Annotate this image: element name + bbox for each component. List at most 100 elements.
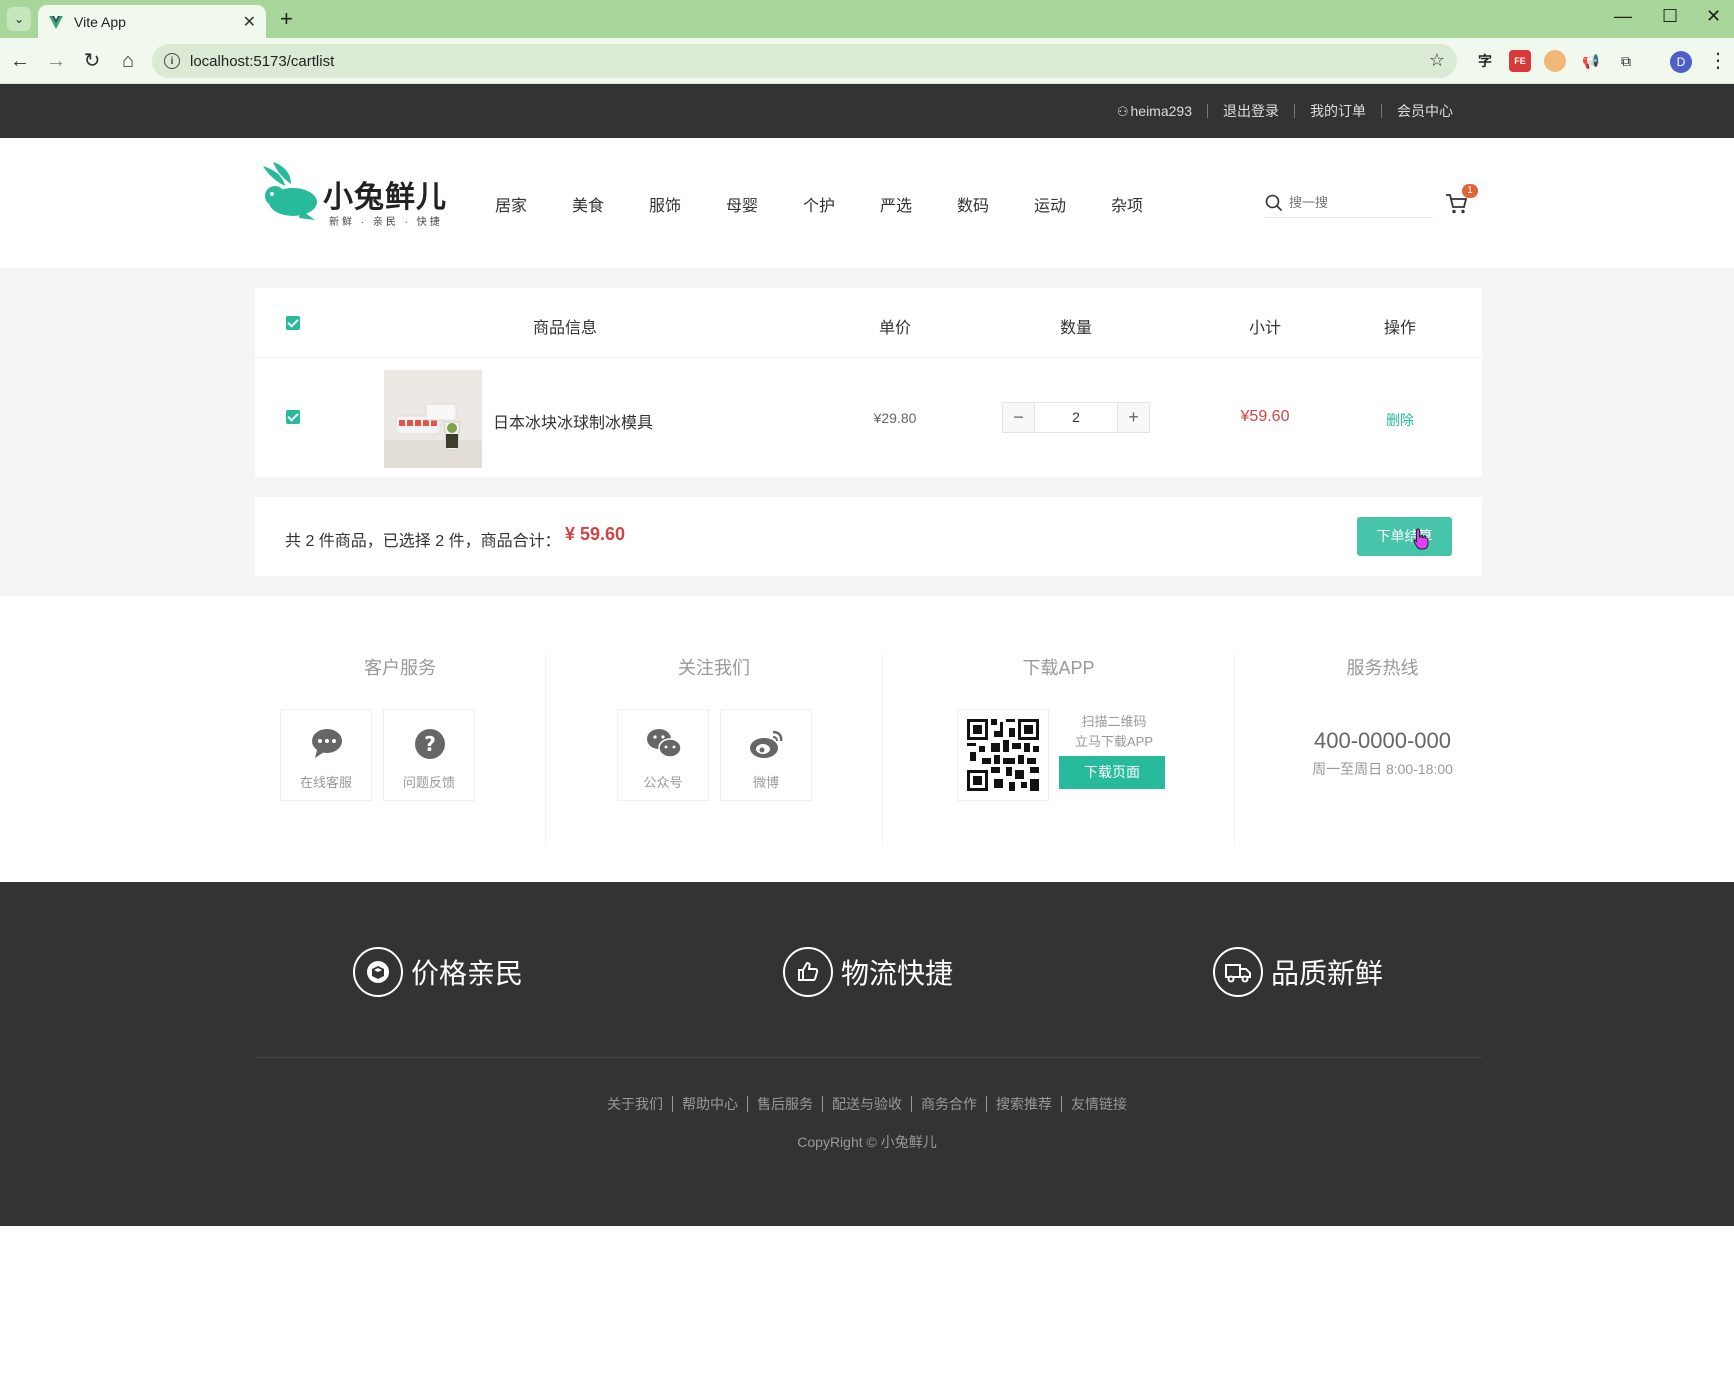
cart-total-price: ¥ 59.60 (565, 524, 626, 544)
tab-close-icon[interactable]: ✕ (243, 12, 256, 32)
promise-quality: 品质新鲜 (1213, 947, 1383, 997)
cart-count-badge: 1 (1462, 184, 1478, 198)
browser-tab[interactable]: Vite App ✕ (38, 5, 266, 38)
home-icon[interactable]: ⌂ (116, 49, 140, 73)
hotline-column: 服务热线 400-0000-000 周一至周日 8:00-18:00 (1235, 654, 1530, 844)
customer-service-column: 客户服务 在线客服 ? 问题反馈 (255, 654, 546, 844)
category-nav-item[interactable]: 严选 (880, 192, 957, 216)
site-header: 小兔鲜儿 新鲜 · 亲民 · 快捷 居家 美食 服饰 母婴 个护 严选 数码 运… (0, 138, 1734, 268)
quantity-stepper: − 2 + (1002, 402, 1150, 433)
footer-link[interactable]: 商务合作 (911, 1096, 986, 1112)
fe-extension-icon[interactable]: FE (1509, 50, 1531, 72)
cart-table-header: 商品信息 单价 数量 小计 操作 (255, 288, 1482, 358)
site-logo[interactable]: 小兔鲜儿 新鲜 · 亲民 · 快捷 (255, 158, 455, 230)
select-all-checkbox[interactable] (286, 316, 300, 330)
cart-item-row: 日本冰块冰球制冰模具 ¥29.80 − 2 + ¥59.60 删除 (255, 358, 1482, 477)
hotline-phone: 400-0000-000 (1313, 728, 1451, 753)
category-nav-item[interactable]: 杂项 (1111, 192, 1188, 216)
quantity-input[interactable]: 2 (1034, 403, 1118, 432)
browser-menu-icon[interactable]: ⋮ (1708, 48, 1728, 73)
member-center-link[interactable]: 会员中心 (1381, 104, 1468, 118)
avatar-extension-icon[interactable] (1544, 50, 1566, 72)
extensions-puzzle-icon[interactable]: ⧉ (1615, 50, 1637, 72)
category-nav-item[interactable]: 母婴 (726, 192, 803, 216)
item-checkbox[interactable] (286, 410, 300, 424)
user-icon: ⚇ (1116, 103, 1129, 119)
product-name[interactable]: 日本冰块冰球制冰模具 (493, 409, 653, 433)
weibo-button[interactable]: 微博 (720, 709, 812, 801)
translate-extension-icon[interactable]: 字 (1474, 50, 1496, 72)
thumbs-up-icon (783, 947, 833, 997)
minimize-icon[interactable]: — (1614, 6, 1632, 27)
site-top-nav: ⚇ heima293 退出登录 我的订单 会员中心 (0, 84, 1734, 138)
column-header-info: 商品信息 (532, 320, 597, 337)
category-nav-item[interactable]: 美食 (572, 192, 649, 216)
category-nav-item[interactable]: 个护 (803, 192, 880, 216)
footer-link[interactable]: 售后服务 (747, 1096, 822, 1112)
back-icon[interactable]: ← (8, 49, 32, 73)
feedback-label: 问题反馈 (402, 775, 455, 790)
cart-summary-text: 共 2 件商品，已选择 2 件，商品合计： (285, 533, 561, 550)
search-input[interactable] (1289, 195, 1409, 210)
column-header-subtotal: 小计 (1248, 320, 1281, 337)
footer-link[interactable]: 关于我们 (598, 1096, 672, 1112)
logout-link[interactable]: 退出登录 (1207, 104, 1294, 118)
product-thumbnail[interactable] (384, 370, 482, 468)
category-nav-item[interactable]: 运动 (1034, 192, 1111, 216)
decrease-quantity-button[interactable]: − (1003, 403, 1034, 432)
my-orders-link[interactable]: 我的订单 (1294, 104, 1381, 118)
weibo-label: 微博 (752, 775, 779, 790)
forward-icon[interactable]: → (44, 49, 68, 73)
delete-item-link[interactable]: 删除 (1370, 410, 1430, 430)
maximize-icon[interactable]: ☐ (1662, 6, 1678, 27)
browser-tab-bar: ⌄ Vite App ✕ + — ☐ ✕ (0, 0, 1734, 38)
follow-us-column: 关注我们 公众号 微博 (546, 654, 883, 844)
cart-button[interactable]: 1 (1445, 184, 1478, 218)
category-nav-item[interactable]: 居家 (495, 192, 572, 216)
promise-quality-text: 品质新鲜 (1271, 958, 1384, 989)
qr-instructions: 扫描二维码 立马下载APP (1059, 712, 1169, 752)
wechat-button[interactable]: 公众号 (617, 709, 709, 801)
footer-link[interactable]: 配送与验收 (822, 1096, 911, 1112)
cart-table: 商品信息 单价 数量 小计 操作 日本冰块冰球制冰模具 ¥29.80 − 2 +… (255, 288, 1482, 477)
download-page-button[interactable]: 下载页面 (1059, 756, 1165, 789)
feedback-button[interactable]: ? 问题反馈 (383, 709, 475, 801)
user-link[interactable]: ⚇ heima293 (1102, 104, 1207, 119)
footer-link[interactable]: 帮助中心 (672, 1096, 747, 1112)
qr-code (957, 709, 1049, 801)
vite-favicon-icon (49, 15, 63, 29)
site-footer: 价格亲民 物流快捷 品质新鲜 关于我们 帮助中心 售后服务 配送与验收 商务合作… (0, 882, 1734, 1226)
profile-avatar[interactable]: D (1670, 51, 1692, 73)
tab-search-dropdown-icon[interactable]: ⌄ (7, 7, 31, 31)
url-text[interactable]: localhost:5173/cartlist (190, 53, 334, 70)
delivery-truck-icon (1213, 947, 1263, 997)
new-tab-icon[interactable]: + (280, 6, 293, 32)
footer-link[interactable]: 搜索推荐 (986, 1096, 1061, 1112)
service-section: 客户服务 在线客服 ? 问题反馈 关注我们 公众号 微博 下载APP 扫描二维码… (0, 596, 1734, 882)
place-order-button[interactable]: 下单结算 (1357, 517, 1452, 556)
online-service-button[interactable]: 在线客服 (280, 709, 372, 801)
wechat-label: 公众号 (643, 775, 683, 790)
increase-quantity-button[interactable]: + (1118, 403, 1149, 432)
promise-price: 价格亲民 (353, 947, 523, 997)
reload-icon[interactable]: ↻ (80, 49, 104, 73)
cart-page: 商品信息 单价 数量 小计 操作 日本冰块冰球制冰模具 ¥29.80 − 2 +… (0, 268, 1734, 596)
footer-link[interactable]: 友情链接 (1061, 1096, 1136, 1112)
site-info-icon[interactable]: i (164, 53, 180, 69)
question-mark-icon: ? (415, 729, 445, 759)
footer-divider (255, 1057, 1482, 1058)
search-box (1265, 188, 1433, 218)
megaphone-extension-icon[interactable]: 📢 (1580, 50, 1602, 72)
tab-title: Vite App (74, 13, 126, 30)
logo-slogan: 新鲜 · 亲民 · 快捷 (329, 217, 443, 228)
hotline-hours: 周一至周日 8:00-18:00 (1312, 761, 1453, 777)
category-nav-item[interactable]: 数码 (957, 192, 1034, 216)
wechat-icon (647, 729, 682, 758)
window-close-icon[interactable]: ✕ (1706, 6, 1721, 27)
column-header-price: 单价 (878, 320, 911, 337)
bookmark-star-icon[interactable]: ☆ (1429, 50, 1445, 71)
column-header-quantity: 数量 (1059, 320, 1092, 337)
address-bar[interactable]: i localhost:5173/cartlist ☆ (152, 44, 1457, 78)
promise-price-text: 价格亲民 (411, 958, 524, 989)
category-nav-item[interactable]: 服饰 (649, 192, 726, 216)
